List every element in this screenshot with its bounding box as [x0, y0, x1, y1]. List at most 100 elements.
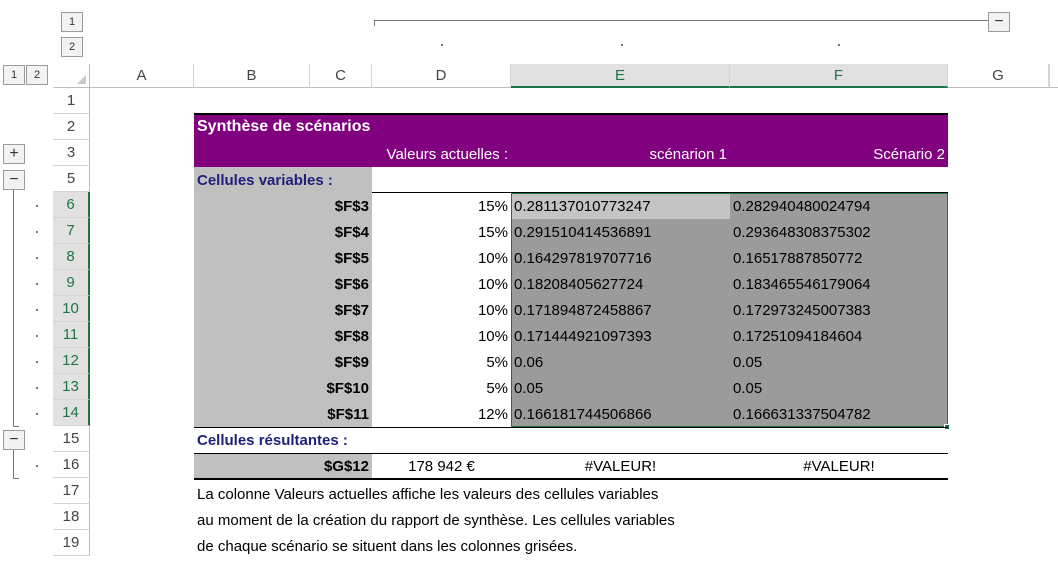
changing-cell-ref[interactable]: $F$11	[194, 401, 372, 427]
scenario-2-value[interactable]: 0.166631337504782	[730, 401, 948, 427]
row-outline-dot	[36, 257, 38, 259]
header-current-values[interactable]: Valeurs actuelles :	[372, 141, 511, 167]
column-header-b[interactable]: B	[194, 64, 310, 88]
scenario-1-value[interactable]: 0.164297819707716	[511, 245, 730, 271]
scenario-2-value[interactable]: 0.172973245007383	[730, 297, 948, 323]
row-header-12[interactable]: 12	[53, 348, 90, 374]
row-header-9[interactable]: 9	[53, 270, 90, 296]
result-scenario-2-value[interactable]: #VALEUR!	[730, 453, 948, 479]
row-outline-dot	[36, 387, 38, 389]
row-header-11[interactable]: 11	[53, 322, 90, 348]
scenario-1-value[interactable]: 0.06	[511, 349, 730, 375]
row-header-6[interactable]: 6	[53, 192, 90, 218]
row-group-collapse-button[interactable]: −	[3, 430, 25, 450]
current-value[interactable]: 10%	[372, 245, 511, 271]
column-header-g[interactable]: G	[948, 64, 1049, 88]
changing-cell-ref[interactable]: $F$9	[194, 349, 372, 375]
row-outline-dot	[36, 413, 38, 415]
scenario-1-value[interactable]: 0.291510414536891	[511, 219, 730, 245]
current-value[interactable]: 10%	[372, 271, 511, 297]
current-value[interactable]: 10%	[372, 297, 511, 323]
row-group-collapse-button[interactable]: −	[3, 170, 25, 190]
column-outline-dot	[621, 44, 623, 46]
row-header-5[interactable]: 5	[53, 166, 90, 192]
scenario-1-value[interactable]: 0.281137010773247	[511, 193, 730, 219]
row-header-2[interactable]: 2	[53, 114, 90, 140]
column-header-c[interactable]: C	[310, 64, 372, 88]
header-scenario-2[interactable]: Scénario 2	[730, 141, 948, 167]
scenario-2-value[interactable]: 0.05	[730, 375, 948, 401]
row-header-7[interactable]: 7	[53, 218, 90, 244]
scenario-1-value[interactable]: 0.171894872458867	[511, 297, 730, 323]
select-all-corner[interactable]	[53, 64, 90, 88]
column-outline-level-1-button[interactable]: 1	[61, 12, 83, 32]
section-changing-cells[interactable]: Cellules variables :	[194, 167, 394, 193]
row-outline-dot	[36, 283, 38, 285]
row-header-14[interactable]: 14	[53, 400, 90, 426]
row-header-15[interactable]: 15	[53, 426, 90, 452]
select-all-triangle-icon	[77, 75, 86, 84]
changing-cell-ref[interactable]: $F$6	[194, 271, 372, 297]
note-line[interactable]: de chaque scénario se situent dans les c…	[194, 533, 894, 559]
row-header-18[interactable]: 18	[53, 504, 90, 530]
column-header-d[interactable]: D	[372, 64, 511, 88]
column-group-bar	[374, 20, 988, 21]
row-outline-dot	[36, 309, 38, 311]
column-header-e[interactable]: E	[511, 64, 730, 88]
row-header-16[interactable]: 16	[53, 452, 90, 478]
row-outline-dot	[36, 335, 38, 337]
scenario-2-value[interactable]: 0.282940480024794	[730, 193, 948, 219]
row-header-8[interactable]: 8	[53, 244, 90, 270]
report-title[interactable]: Synthèse de scénarios	[194, 114, 594, 140]
row-outline-level-1-button[interactable]: 1	[3, 65, 25, 85]
note-line[interactable]: au moment de la création du rapport de s…	[194, 507, 894, 533]
note-line[interactable]: La colonne Valeurs actuelles affiche les…	[194, 481, 894, 507]
column-group-bar-end	[374, 20, 375, 26]
current-value[interactable]: 15%	[372, 193, 511, 219]
current-value[interactable]: 12%	[372, 401, 511, 427]
section-result-cells[interactable]: Cellules résultantes :	[194, 427, 414, 453]
row-header-10[interactable]: 10	[53, 296, 90, 322]
row-outline-level-2-button[interactable]: 2	[26, 65, 48, 85]
row-header-19[interactable]: 19	[53, 530, 90, 556]
row-group-bar	[13, 450, 14, 479]
row-outline-dot	[36, 361, 38, 363]
changing-cell-ref[interactable]: $F$10	[194, 375, 372, 401]
result-cell-ref[interactable]: $G$12	[194, 453, 372, 479]
scenario-1-value[interactable]: 0.18208405627724	[511, 271, 730, 297]
scenario-1-value[interactable]: 0.171444921097393	[511, 323, 730, 349]
header-scenario-1[interactable]: scénarion 1	[511, 141, 730, 167]
scenario-2-value[interactable]: 0.05	[730, 349, 948, 375]
column-outline-dot	[838, 44, 840, 46]
changing-cell-ref[interactable]: $F$5	[194, 245, 372, 271]
row-outline-dot	[36, 465, 38, 467]
scenario-2-value[interactable]: 0.293648308375302	[730, 219, 948, 245]
row-header-17[interactable]: 17	[53, 478, 90, 504]
scenario-2-value[interactable]: 0.17251094184604	[730, 323, 948, 349]
current-value[interactable]: 10%	[372, 323, 511, 349]
result-scenario-1-value[interactable]: #VALEUR!	[511, 453, 730, 479]
scenario-2-value[interactable]: 0.183465546179064	[730, 271, 948, 297]
current-value[interactable]: 5%	[372, 375, 511, 401]
row-group-expand-button[interactable]: +	[3, 144, 25, 164]
result-current-value[interactable]: 178 942 €	[372, 453, 511, 479]
column-header-a[interactable]: A	[90, 64, 194, 88]
report-bottom-border	[194, 478, 948, 480]
row-header-13[interactable]: 13	[53, 374, 90, 400]
scenario-1-value[interactable]: 0.05	[511, 375, 730, 401]
row-header-1[interactable]: 1	[53, 88, 90, 114]
changing-cell-ref[interactable]: $F$7	[194, 297, 372, 323]
scenario-2-value[interactable]: 0.16517887850772	[730, 245, 948, 271]
row-header-3[interactable]: 3	[53, 140, 90, 166]
column-outline-dot	[441, 44, 443, 46]
current-value[interactable]: 5%	[372, 349, 511, 375]
column-header-f[interactable]: F	[730, 64, 948, 88]
changing-cell-ref[interactable]: $F$4	[194, 219, 372, 245]
changing-cell-ref[interactable]: $F$8	[194, 323, 372, 349]
column-group-collapse-button[interactable]: −	[988, 12, 1010, 32]
changing-cell-ref[interactable]: $F$3	[194, 193, 372, 219]
column-outline-level-2-button[interactable]: 2	[61, 37, 83, 57]
row-group-bar-end	[13, 426, 19, 427]
scenario-1-value[interactable]: 0.166181744506866	[511, 401, 730, 427]
current-value[interactable]: 15%	[372, 219, 511, 245]
